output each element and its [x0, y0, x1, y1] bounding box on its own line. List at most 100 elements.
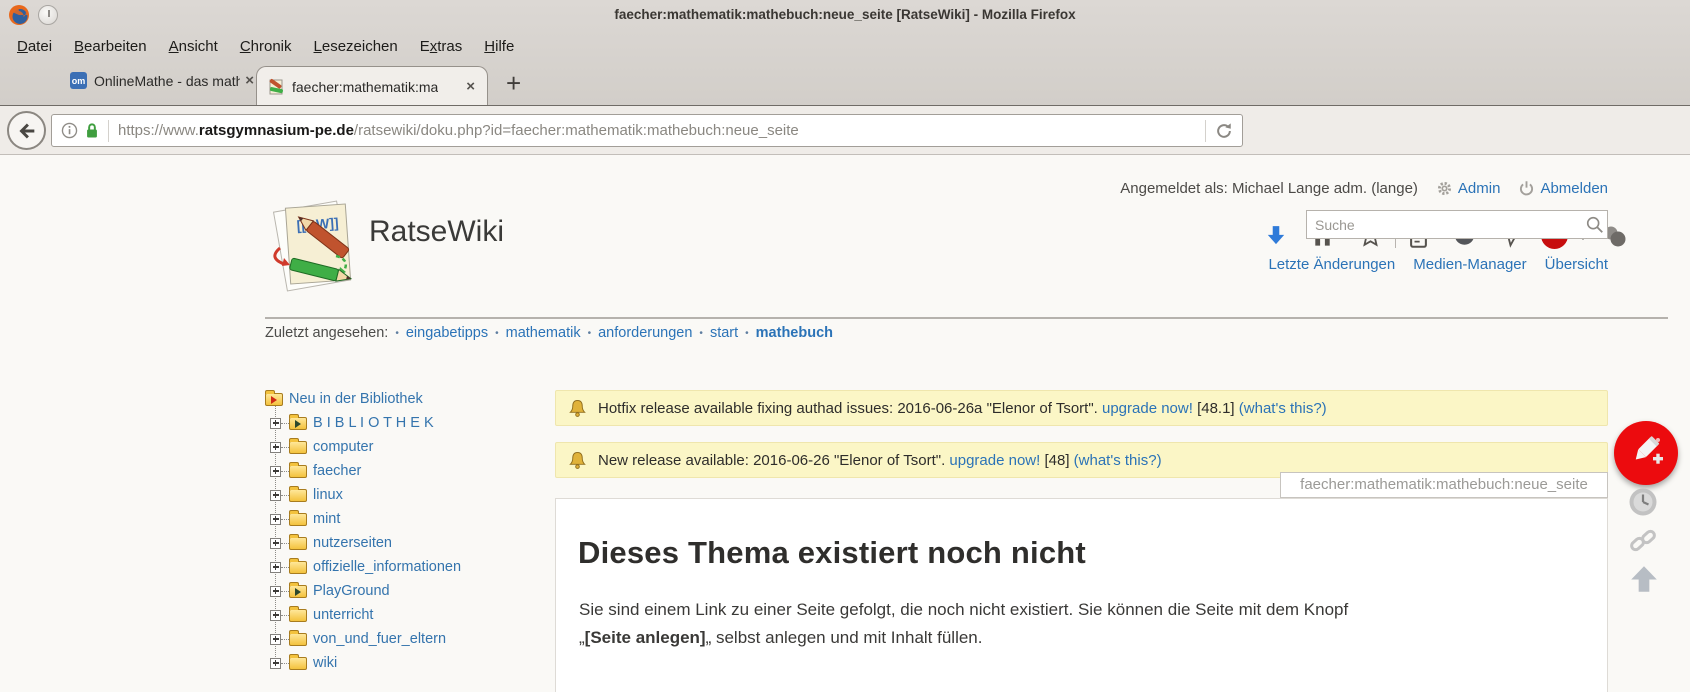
search-input[interactable]	[1307, 217, 1583, 233]
folder-icon	[289, 489, 307, 502]
tree-expand-icon[interactable]	[270, 466, 281, 477]
admin-link-group[interactable]: Admin	[1436, 180, 1501, 197]
sidebar-item[interactable]: wiki	[270, 654, 337, 672]
sidebar-item[interactable]: PlayGround	[270, 582, 390, 600]
bell-icon	[568, 399, 587, 418]
breadcrumb-link-current[interactable]: mathebuch	[756, 325, 833, 341]
tree-expand-icon[interactable]	[270, 490, 281, 501]
search-box[interactable]	[1306, 210, 1608, 239]
page-body: Sie sind einem Link zu einer Seite gefol…	[579, 596, 1519, 652]
create-page-button[interactable]	[1614, 421, 1678, 485]
quick-links: Letzte Änderungen Medien-Manager Übersic…	[1268, 256, 1608, 273]
breadcrumb: Zuletzt angesehen: •eingabetipps •mathem…	[265, 325, 833, 341]
tree-stub	[281, 543, 289, 544]
sidebar-link[interactable]: B I B L I O T H E K	[313, 415, 434, 431]
tree-expand-icon[interactable]	[270, 562, 281, 573]
folder-icon	[289, 441, 307, 454]
folder-icon	[289, 609, 307, 622]
sidebar-item[interactable]: linux	[270, 486, 343, 504]
logout-link[interactable]: Abmelden	[1540, 180, 1608, 197]
sidebar-link[interactable]: wiki	[313, 655, 337, 671]
sidebar-item[interactable]: B I B L I O T H E K	[270, 414, 434, 432]
admin-link[interactable]: Admin	[1458, 180, 1501, 197]
breadcrumb-link[interactable]: start	[710, 325, 738, 341]
tree-expand-icon[interactable]	[270, 514, 281, 525]
sidebar-link[interactable]: nutzerseiten	[313, 535, 392, 551]
menu-extras[interactable]: Extras	[409, 38, 474, 55]
page-content: Dieses Thema existiert noch nicht Sie si…	[555, 498, 1608, 692]
reload-icon[interactable]	[1215, 122, 1233, 140]
sidebar-item[interactable]: mint	[270, 510, 340, 528]
menu-ansicht[interactable]: Ansicht	[158, 38, 229, 55]
back-arrow-icon	[16, 120, 38, 142]
search-icon[interactable]	[1583, 215, 1607, 235]
new-tab-button[interactable]: +	[506, 70, 521, 96]
tab-onlinemathe[interactable]: om OnlineMathe - das mathe... ×	[70, 72, 256, 89]
tree-expand-icon[interactable]	[270, 538, 281, 549]
sidebar-link[interactable]: linux	[313, 487, 343, 503]
browser-chrome: faecher:mathematik:mathebuch:neue_seite …	[0, 0, 1690, 105]
folder-icon	[289, 537, 307, 550]
url-bar[interactable]: https://www.ratsgymnasium-pe.de/ratsewik…	[51, 114, 1243, 147]
site-info-icon[interactable]	[61, 122, 78, 139]
tree-expand-icon[interactable]	[270, 610, 281, 621]
sidebar-item[interactable]: computer	[270, 438, 373, 456]
sidebar-item[interactable]: nutzerseiten	[270, 534, 392, 552]
sidebar-item[interactable]: von_und_fuer_eltern	[270, 630, 446, 648]
recent-changes-link[interactable]: Letzte Änderungen	[1268, 256, 1395, 273]
logout-link-group[interactable]: Abmelden	[1518, 180, 1608, 197]
menu-bearbeiten[interactable]: Bearbeiten	[63, 38, 158, 55]
sidebar-link[interactable]: unterricht	[313, 607, 373, 623]
sidebar-item[interactable]: offizielle_informationen	[270, 558, 461, 576]
media-manager-link[interactable]: Medien-Manager	[1413, 256, 1526, 273]
sidebar-root[interactable]: Neu in der Bibliothek	[265, 390, 423, 408]
pagename-tooltip: faecher:mathematik:mathebuch:neue_seite	[1280, 472, 1608, 498]
whats-this-link[interactable]: (what's this?)	[1239, 400, 1327, 417]
upgrade-link[interactable]: upgrade now!	[1102, 400, 1193, 417]
menu-hilfe[interactable]: Hilfe	[473, 38, 525, 55]
tree-stub	[281, 615, 289, 616]
tree-expand-icon[interactable]	[270, 442, 281, 453]
menu-lesezeichen[interactable]: Lesezeichen	[303, 38, 409, 55]
sidebar-link[interactable]: von_und_fuer_eltern	[313, 631, 446, 647]
sitemap-link[interactable]: Übersicht	[1545, 256, 1608, 273]
sidebar-link[interactable]: PlayGround	[313, 583, 390, 599]
tab-close-icon[interactable]: ×	[243, 72, 256, 89]
sidebar-link[interactable]: computer	[313, 439, 373, 455]
back-button[interactable]	[7, 111, 46, 150]
download-icon[interactable]	[1262, 222, 1290, 250]
upgrade-link[interactable]: upgrade now!	[949, 452, 1040, 469]
breadcrumb-link[interactable]: eingabetipps	[406, 325, 488, 341]
backlinks-button[interactable]	[1628, 526, 1658, 556]
tab-close-icon[interactable]: ×	[464, 78, 477, 95]
old-revisions-button[interactable]	[1628, 487, 1658, 517]
menu-datei[interactable]: Datei	[6, 38, 63, 55]
sidebar-link[interactable]: mint	[313, 511, 340, 527]
breadcrumb-link[interactable]: mathematik	[506, 325, 581, 341]
sidebar-link[interactable]: faecher	[313, 463, 361, 479]
breadcrumb-label: Zuletzt angesehen:	[265, 325, 388, 341]
onlinemathe-favicon: om	[70, 72, 87, 89]
tab-bar: om OnlineMathe - das mathe... × faecher:…	[0, 60, 1690, 105]
menu-bar: Datei Bearbeiten Ansicht Chronik Lesezei…	[6, 32, 525, 60]
whats-this-link[interactable]: (what's this?)	[1074, 452, 1162, 469]
tree-expand-icon[interactable]	[270, 418, 281, 429]
https-lock-icon	[85, 122, 99, 139]
ratsewiki-logo[interactable]: [[DW]]	[264, 196, 364, 300]
tree-expand-icon[interactable]	[270, 658, 281, 669]
sidebar-root-link[interactable]: Neu in der Bibliothek	[289, 391, 423, 407]
tree-expand-icon[interactable]	[270, 634, 281, 645]
url-separator	[108, 120, 109, 142]
sidebar-link[interactable]: offizielle_informationen	[313, 559, 461, 575]
window-title: faecher:mathematik:mathebuch:neue_seite …	[0, 7, 1690, 22]
sidebar-item[interactable]: faecher	[270, 462, 361, 480]
create-page-hint: [Seite anlegen]	[585, 628, 706, 647]
back-to-top-button[interactable]	[1628, 563, 1660, 595]
navigation-toolbar: https://www.ratsgymnasium-pe.de/ratsewik…	[0, 105, 1690, 155]
sidebar-item[interactable]: unterricht	[270, 606, 373, 624]
menu-chronik[interactable]: Chronik	[229, 38, 303, 55]
tree-expand-icon[interactable]	[270, 586, 281, 597]
breadcrumb-link[interactable]: anforderungen	[598, 325, 692, 341]
tab-ratsewiki-active[interactable]: faecher:mathematik:mat... ×	[256, 66, 488, 106]
folder-icon	[289, 633, 307, 646]
